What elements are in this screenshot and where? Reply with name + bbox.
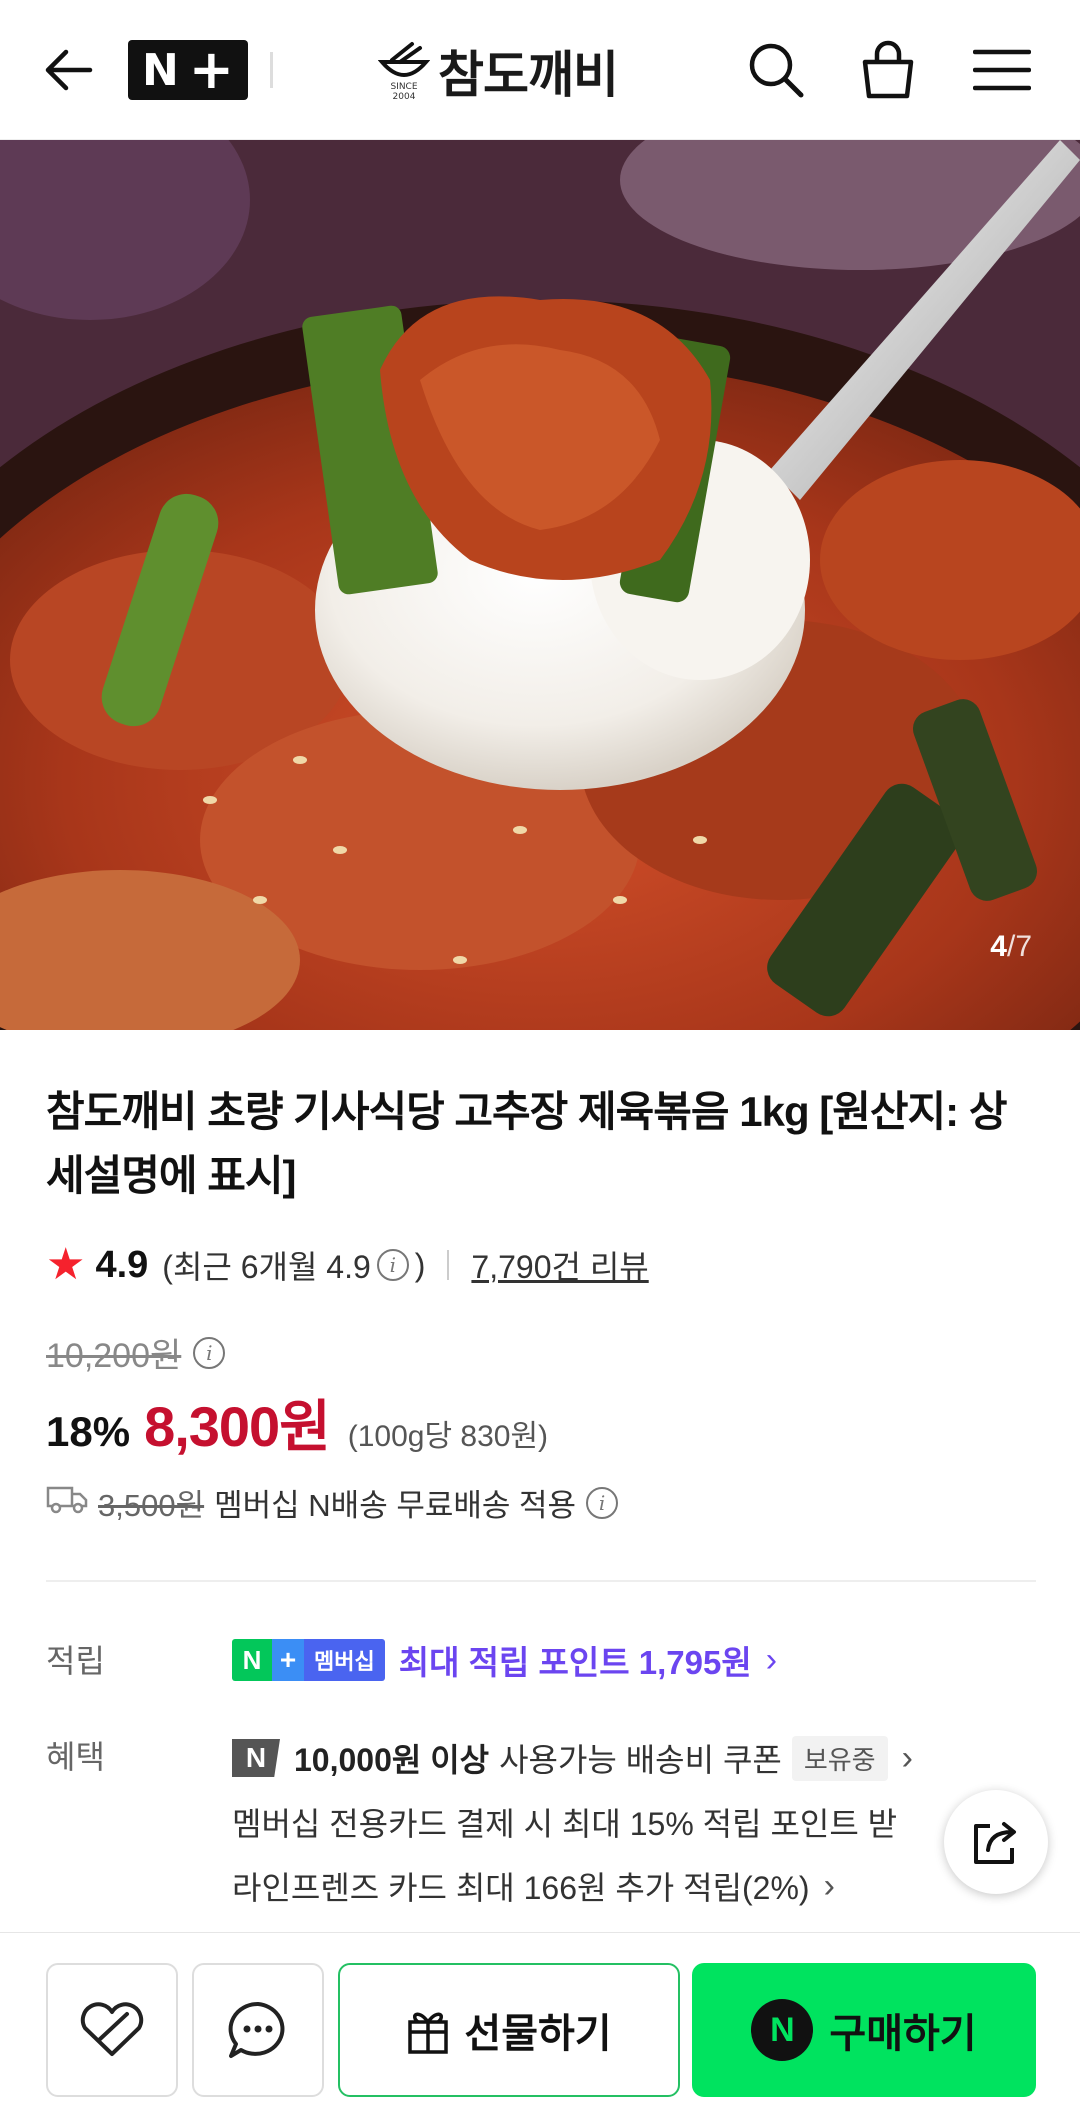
gift-label: 선물하기: [464, 2012, 612, 2056]
buy-now-button[interactable]: N 구매하기: [692, 1963, 1036, 2097]
heart-icon: [80, 2002, 144, 2056]
coupon-text: 사용가능 배송비 쿠폰: [499, 1742, 782, 1778]
header-separator: [270, 52, 273, 88]
brand-name: 참도깨비: [438, 46, 619, 104]
gift-button[interactable]: 선물하기: [338, 1963, 680, 2097]
price-info-icon[interactable]: i: [193, 1336, 226, 1369]
wishlist-button[interactable]: [46, 1963, 178, 2097]
counter-total: 7: [1015, 930, 1032, 963]
chevron-right-icon: ›: [765, 1640, 778, 1679]
chat-bubble-icon: [228, 2001, 285, 2058]
rating-divider: [447, 1250, 450, 1280]
bowl-logo-icon: SINCE 2004: [377, 40, 431, 102]
brand-since-text: SINCE 2004: [390, 82, 418, 102]
sale-price-row: 18% 8,300원 (100g당 830원): [46, 1382, 548, 1463]
unit-price: (100g당 830원): [347, 1420, 549, 1453]
gift-icon: [408, 2012, 449, 2054]
chevron-right-icon: ›: [823, 1866, 835, 1905]
review-count-link[interactable]: 7,790건 리뷰: [471, 1242, 648, 1288]
earn-label: 적립: [46, 1643, 105, 1679]
shipping-text: 멤버십 N배송 무료배송 적용: [214, 1488, 577, 1523]
back-arrow-icon[interactable]: [38, 40, 98, 100]
membership-badge-text: 멤버십: [304, 1639, 385, 1681]
share-icon: [974, 1822, 1016, 1864]
max-earn-points: 최대 적립 포인트 1,795원: [398, 1644, 752, 1681]
nplus-store-badge[interactable]: N +: [128, 40, 248, 100]
buy-label: 구매하기: [829, 2012, 977, 2056]
rating-value: 4.9: [95, 1243, 149, 1286]
earn-points-row[interactable]: N + 멤버십 최대 적립 포인트 1,795원 ›: [232, 1636, 777, 1684]
benefit-list: N 10,000원 이상 사용가능 배송비 쿠폰 보유중 › 멤버십 전용카드 …: [232, 1726, 1052, 1918]
product-title: 참도깨비 초량 기사식당 고추장 제육볶음 1kg [원산지: 상세설명에 표시…: [46, 1088, 1007, 1199]
section-divider: [46, 1580, 1036, 1582]
sale-price: 8,300원: [144, 1395, 331, 1458]
share-button[interactable]: [944, 1790, 1048, 1894]
coupon-benefit[interactable]: N 10,000원 이상 사용가능 배송비 쿠폰 보유중 ›: [232, 1726, 1052, 1790]
n-coupon-icon: N: [232, 1739, 280, 1777]
menu-hamburger-icon[interactable]: [970, 38, 1034, 102]
image-page-counter: 4/7: [990, 930, 1032, 964]
shopping-bag-icon[interactable]: [856, 38, 920, 102]
chevron-right-icon: ›: [901, 1738, 913, 1777]
counter-current: 4: [990, 930, 1007, 963]
search-icon[interactable]: [744, 38, 808, 102]
nplus-badge-n: N: [141, 44, 179, 96]
recent-rating-close: ): [414, 1246, 426, 1283]
benefit-label: 혜택: [46, 1739, 105, 1775]
recent-rating-text: (최근 6개월 4.9: [162, 1249, 371, 1285]
delivery-truck-icon: [46, 1484, 88, 1522]
rating-row: ★ 4.9 (최근 6개월 4.9 i ) 7,790건 리뷰: [46, 1240, 649, 1290]
membership-badge-plus: +: [272, 1639, 304, 1681]
star-icon: ★: [46, 1240, 86, 1289]
coupon-held-badge: 보유중: [791, 1735, 888, 1781]
membership-card-benefit[interactable]: 멤버십 전용카드 결제 시 최대 15% 적립 포인트 받: [232, 1790, 1052, 1854]
discount-rate: 18%: [46, 1408, 131, 1455]
shipping-info-icon[interactable]: i: [586, 1486, 619, 1519]
product-image-carousel[interactable]: 4/7: [0, 140, 1080, 1030]
recent-rating: (최근 6개월 4.9 i ): [162, 1242, 425, 1288]
naver-pay-n-icon: N: [751, 1999, 814, 2061]
product-photo-spicy-pork: [0, 140, 1080, 1030]
inquiry-chat-button[interactable]: [192, 1963, 324, 2097]
membership-card-text: 멤버십 전용카드 결제 시 최대 15% 적립 포인트 받: [232, 1806, 898, 1842]
linefriends-card-benefit[interactable]: 라인프렌즈 카드 최대 166원 추가 적립(2%) ›: [232, 1854, 1052, 1918]
shipping-row: 3,500원 멤버십 N배송 무료배송 적용 i: [46, 1480, 619, 1525]
linefriends-card-text: 라인프렌즈 카드 최대 166원 추가 적립(2%): [232, 1870, 810, 1906]
original-price-row: 10,200원 i: [46, 1328, 226, 1377]
brand-logo[interactable]: SINCE 2004 참도깨비: [377, 36, 619, 106]
coupon-min-amount: 10,000원 이상: [294, 1742, 490, 1778]
nplus-badge-plus: +: [188, 38, 235, 101]
top-navigation-bar: N + SINCE 2004 참도깨비: [0, 0, 1080, 140]
info-icon[interactable]: i: [376, 1249, 409, 1281]
bottom-action-bar: 선물하기 N 구매하기: [0, 1932, 1080, 2125]
membership-badge-n: N: [232, 1639, 272, 1681]
shipping-original-fee: 3,500원: [98, 1488, 205, 1523]
original-price: 10,200원: [46, 1337, 182, 1375]
nplus-membership-badge: N + 멤버십: [232, 1639, 385, 1681]
